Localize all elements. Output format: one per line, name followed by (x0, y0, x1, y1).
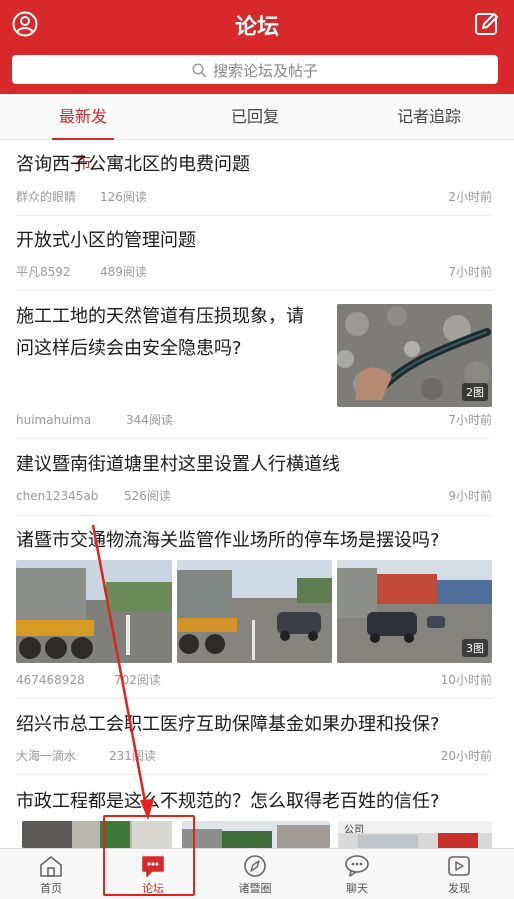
post-title: 绍兴市总工会职工医疗互助保障基金如果办理和投保? (16, 714, 440, 735)
post-views: 126阅读 (100, 190, 147, 204)
list-item[interactable]: 诸暨市交通物流海关监管作业场所的停车场是摆设吗? 3图 467468928 70… (16, 516, 492, 699)
list-item[interactable]: 建议暨南街道塘里村这里设置人行横道线 chen12345ab 526阅读 9小时前 (16, 439, 492, 516)
chat-icon (345, 855, 369, 877)
list-item[interactable]: 咨询西子公寓北区的电费问题 群众的眼睛 126阅读 2小时前 (16, 140, 492, 216)
post-author: chen12345ab (16, 489, 99, 503)
post-views: 489阅读 (100, 265, 147, 279)
post-image[interactable] (182, 821, 330, 848)
edit-icon[interactable] (474, 11, 500, 37)
post-time: 2小时前 (448, 190, 492, 204)
tabbar-item-zhuji-circle[interactable]: 诸暨圈 (204, 849, 306, 899)
tab-reporter-tracking[interactable]: 记者追踪 (396, 94, 462, 140)
post-author: 群众的眼睛 (16, 190, 77, 204)
tabbar-label: 首页 (40, 882, 62, 895)
post-image[interactable] (177, 560, 332, 663)
post-image[interactable] (16, 560, 172, 663)
post-author: 大海一滴水 (16, 749, 77, 763)
page-title: 论坛 (234, 15, 279, 40)
post-title: 市政工程都是这么不规范的？怎么取得老百姓的信任? (16, 791, 440, 812)
post-image[interactable]: 2图 (337, 304, 492, 407)
post-views: 231阅读 (109, 749, 156, 763)
post-title: 咨询西子公寓北区的电费问题 (16, 154, 250, 175)
post-meta: chen12345ab 526阅读 (16, 487, 171, 504)
tabbar-label: 聊天 (346, 882, 368, 895)
home-icon (40, 856, 62, 877)
post-meta: 467468928 702阅读 (16, 671, 161, 688)
category-tabs: 最新发布 已回复 记者追踪 (0, 94, 514, 172)
post-author: 467468928 (16, 673, 85, 687)
list-item[interactable]: 开放式小区的管理问题 平凡8592 489阅读 7小时前 (16, 216, 492, 291)
tabbar-item-discover[interactable]: 发现 (408, 849, 510, 899)
top-app-bar: 论坛 (0, 0, 514, 48)
post-time: 7小时前 (448, 265, 492, 279)
post-meta: 平凡8592 489阅读 (16, 263, 147, 280)
image-count-badge: 2图 (462, 383, 488, 401)
compass-icon (244, 855, 266, 877)
search-bar: 搜索论坛及帖子 (0, 48, 514, 94)
play-icon (448, 856, 470, 876)
post-views: 702阅读 (114, 673, 161, 687)
post-time: 10小时前 (440, 673, 492, 687)
post-title: 开放式小区的管理问题 (16, 230, 196, 251)
post-time: 20小时前 (440, 749, 492, 763)
post-title: 建议暨南街道塘里村这里设置人行横道线 (16, 454, 340, 475)
list-item[interactable]: 市政工程都是这么不规范的？怎么取得老百姓的信任? 公司 (16, 775, 492, 848)
post-time: 9小时前 (448, 489, 492, 503)
list-item[interactable]: 绍兴市总工会职工医疗互助保障基金如果办理和投保? 大海一滴水 231阅读 20小时… (16, 699, 492, 775)
post-title-line: 施工工地的天然管道有压损现象，请 (16, 306, 304, 327)
post-views: 526阅读 (124, 489, 171, 503)
post-title: 施工工地的天然管道有压损现象，请 问这样后续会由安全隐患吗? (16, 301, 326, 365)
search-icon (192, 63, 207, 78)
post-meta: 群众的眼睛 126阅读 (16, 188, 147, 205)
search-input[interactable]: 搜索论坛及帖子 (12, 55, 498, 84)
post-title: 诸暨市交通物流海关监管作业场所的停车场是摆设吗? (16, 530, 440, 551)
post-author: 平凡8592 (16, 265, 71, 279)
tab-replied[interactable]: 已回复 (230, 94, 280, 140)
post-meta: huimahuima 344阅读 (16, 411, 173, 428)
post-time: 7小时前 (448, 413, 492, 427)
post-meta: 大海一滴水 231阅读 (16, 747, 156, 764)
post-title-line: 问这样后续会由安全隐患吗? (16, 338, 242, 359)
post-views: 344阅读 (126, 413, 173, 427)
tabbar-item-home[interactable]: 首页 (0, 849, 102, 899)
tabbar-label: 发现 (448, 882, 470, 895)
post-image[interactable]: 3图 (337, 560, 492, 663)
list-item[interactable]: 施工工地的天然管道有压损现象，请 问这样后续会由安全隐患吗? 2图 huimah… (16, 291, 492, 439)
post-image[interactable]: 公司 (338, 821, 492, 848)
image-count-badge: 3图 (462, 639, 488, 657)
bottom-tab-bar: 首页 论坛 诸暨圈 聊天 发现 (0, 848, 514, 899)
search-placeholder: 搜索论坛及帖子 (212, 62, 318, 80)
post-author: huimahuima (16, 413, 92, 427)
tabbar-label: 诸暨圈 (238, 882, 272, 895)
tabbar-item-chat[interactable]: 聊天 (306, 849, 408, 899)
annotation-highlight-box (103, 815, 195, 896)
tab-latest[interactable]: 最新发布 (52, 94, 114, 172)
